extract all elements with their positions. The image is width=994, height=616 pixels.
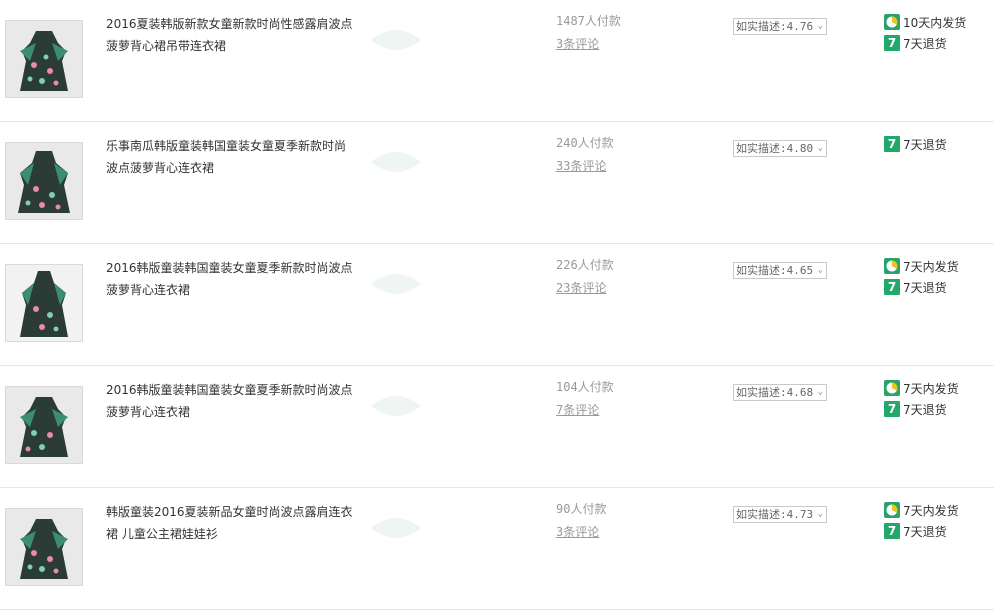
service-badges: 7 7天退货 [884,136,947,157]
product-list: 2016夏装韩版新款女童新款时尚性感露肩波点菠萝背心裙吊带连衣裙 1487人付款… [0,0,994,610]
comments-link[interactable]: 7条评论 [556,401,599,419]
dress-image [6,21,82,97]
comments-link[interactable]: 3条评论 [556,35,599,53]
service-return: 7 7天退货 [884,136,947,152]
paid-count: 90人付款 [556,502,607,516]
service-return: 7 7天退货 [884,35,966,51]
dress-image [6,387,82,463]
watermark-graphic [371,274,421,294]
service-badges: 10天内发货 7 7天退货 [884,14,966,56]
chevron-down-icon: ⌄ [817,265,823,275]
paid-count: 104人付款 [556,380,614,394]
clock-icon [884,14,900,30]
dress-image [6,265,82,341]
watermark-graphic [371,152,421,172]
dress-image [6,143,82,219]
comments-link[interactable]: 33条评论 [556,157,606,175]
product-thumbnail[interactable] [5,386,83,464]
product-title[interactable]: 2016韩版童装韩国童装女童夏季新款时尚波点菠萝背心连衣裙 [106,257,356,301]
seven-day-return-icon: 7 [884,35,900,51]
rating-dropdown[interactable]: 如实描述:4.65 ⌄ [733,262,827,279]
rating-label: 如实描述:4.76 [736,20,814,33]
clock-icon [884,258,900,274]
service-label: 7天退货 [903,36,947,51]
service-badges: 7天内发货 7 7天退货 [884,380,959,422]
paid-count: 226人付款 [556,258,614,272]
rating-dropdown[interactable]: 如实描述:4.68 ⌄ [733,384,827,401]
product-thumbnail[interactable] [5,508,83,586]
product-row: 2016夏装韩版新款女童新款时尚性感露肩波点菠萝背心裙吊带连衣裙 1487人付款… [0,0,994,122]
chevron-down-icon: ⌄ [817,509,823,519]
service-label: 7天退货 [903,402,947,417]
service-label: 7天退货 [903,280,947,295]
rating-label: 如实描述:4.80 [736,142,814,155]
service-return: 7 7天退货 [884,523,959,539]
service-return: 7 7天退货 [884,279,959,295]
rating-dropdown[interactable]: 如实描述:4.80 ⌄ [733,140,827,157]
clock-icon [884,380,900,396]
product-thumbnail[interactable] [5,142,83,220]
comments-link[interactable]: 3条评论 [556,523,599,541]
seven-day-return-icon: 7 [884,401,900,417]
comments-link[interactable]: 23条评论 [556,279,606,297]
watermark-graphic [371,30,421,50]
service-ship: 7天内发货 [884,380,959,396]
service-label: 7天内发货 [903,503,959,518]
service-label: 7天内发货 [903,259,959,274]
service-return: 7 7天退货 [884,401,959,417]
dress-image [6,509,82,585]
service-ship: 7天内发货 [884,502,959,518]
clock-icon [884,502,900,518]
seven-day-return-icon: 7 [884,523,900,539]
rating-label: 如实描述:4.68 [736,386,814,399]
rating-label: 如实描述:4.65 [736,264,814,277]
product-row: 2016韩版童装韩国童装女童夏季新款时尚波点菠萝背心连衣裙 104人付款 7条评… [0,366,994,488]
product-title[interactable]: 韩版童装2016夏装新品女童时尚波点露肩连衣裙 儿童公主裙娃娃衫 [106,501,356,545]
paid-count: 240人付款 [556,136,614,150]
product-thumbnail[interactable] [5,20,83,98]
service-label: 7天内发货 [903,381,959,396]
service-label: 7天退货 [903,137,947,152]
rating-label: 如实描述:4.73 [736,508,814,521]
chevron-down-icon: ⌄ [817,387,823,397]
rating-dropdown[interactable]: 如实描述:4.76 ⌄ [733,18,827,35]
product-title[interactable]: 乐事南瓜韩版童装韩国童装女童夏季新款时尚波点菠萝背心连衣裙 [106,135,356,179]
watermark-graphic [371,396,421,416]
service-badges: 7天内发货 7 7天退货 [884,258,959,300]
product-row: 韩版童装2016夏装新品女童时尚波点露肩连衣裙 儿童公主裙娃娃衫 90人付款 3… [0,488,994,610]
service-label: 10天内发货 [903,15,967,30]
seven-day-return-icon: 7 [884,279,900,295]
service-ship: 10天内发货 [884,14,966,30]
watermark-graphic [371,518,421,538]
product-title[interactable]: 2016夏装韩版新款女童新款时尚性感露肩波点菠萝背心裙吊带连衣裙 [106,13,356,57]
paid-count: 1487人付款 [556,14,621,28]
chevron-down-icon: ⌄ [817,143,823,153]
rating-dropdown[interactable]: 如实描述:4.73 ⌄ [733,506,827,523]
product-row: 2016韩版童装韩国童装女童夏季新款时尚波点菠萝背心连衣裙 226人付款 23条… [0,244,994,366]
service-label: 7天退货 [903,524,947,539]
seven-day-return-icon: 7 [884,136,900,152]
chevron-down-icon: ⌄ [817,21,823,31]
service-ship: 7天内发货 [884,258,959,274]
product-title[interactable]: 2016韩版童装韩国童装女童夏季新款时尚波点菠萝背心连衣裙 [106,379,356,423]
service-badges: 7天内发货 7 7天退货 [884,502,959,544]
product-thumbnail[interactable] [5,264,83,342]
product-row: 乐事南瓜韩版童装韩国童装女童夏季新款时尚波点菠萝背心连衣裙 240人付款 33条… [0,122,994,244]
